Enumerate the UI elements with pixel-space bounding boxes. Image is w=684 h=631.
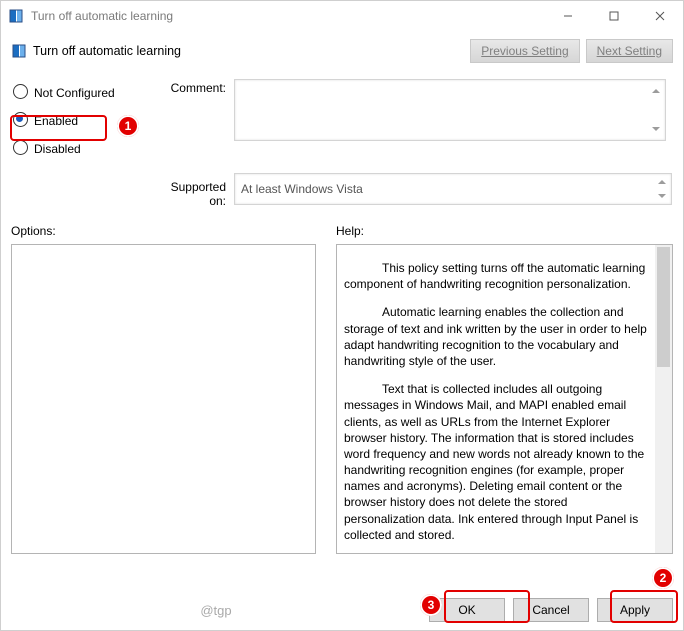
watermark: @tgp [11,603,421,618]
help-scrollbar[interactable] [655,245,672,553]
radio-label: Not Configured [34,86,115,100]
previous-setting-button[interactable]: Previous Setting [470,39,579,63]
scrollbar-thumb[interactable] [657,247,670,367]
window-title: Turn off automatic learning [31,9,173,23]
help-label: Help: [336,224,673,238]
panes: Options: Help: This policy setting turns… [11,224,673,554]
options-box[interactable] [11,244,316,554]
options-pane: Options: [11,224,316,554]
policy-title: Turn off automatic learning [33,44,181,58]
close-button[interactable] [637,1,683,31]
supported-spinner[interactable] [654,175,670,203]
chevron-down-icon[interactable] [648,120,664,139]
title-bar: Turn off automatic learning [1,1,683,31]
chevron-down-icon[interactable] [654,189,670,203]
cancel-button[interactable]: Cancel [513,598,589,622]
options-label: Options: [11,224,316,238]
help-pane: Help: This policy setting turns off the … [336,224,673,554]
radio-not-configured[interactable]: Not Configured [13,83,156,103]
annotation-circle-1: 1 [117,115,139,137]
comment-spinner[interactable] [648,81,664,139]
comment-textbox[interactable] [234,79,666,141]
apply-button[interactable]: Apply [597,598,673,622]
radio-label: Enabled [34,114,78,128]
chevron-up-icon[interactable] [654,175,670,189]
row-state-comment: Not Configured Enabled Disabled Comment: [11,79,673,167]
supported-label: Supported on: [156,173,226,208]
chevron-up-icon[interactable] [648,81,664,100]
help-box: This policy setting turns off the automa… [336,244,673,554]
annotation-circle-2: 2 [652,567,674,589]
policy-icon [11,43,27,59]
comment-label: Comment: [156,79,226,167]
client-area: Turn off automatic learning Previous Set… [1,31,683,590]
policy-header: Turn off automatic learning Previous Set… [11,39,673,63]
annotation-circle-3: 3 [420,594,442,616]
radio-disabled[interactable]: Disabled [13,139,156,159]
row-supported: Supported on: At least Windows Vista [11,173,673,208]
radio-label: Disabled [34,142,81,156]
dialog-footer: @tgp OK Cancel Apply [1,590,683,630]
supported-value: At least Windows Vista [241,182,363,196]
app-icon [8,8,24,24]
maximize-button[interactable] [591,1,637,31]
help-text: This policy setting turns off the automa… [338,246,655,552]
gp-editor-window: Turn off automatic learning Turn off aut… [0,0,684,631]
minimize-button[interactable] [545,1,591,31]
next-setting-button[interactable]: Next Setting [586,39,673,63]
supported-textbox: At least Windows Vista [234,173,672,205]
